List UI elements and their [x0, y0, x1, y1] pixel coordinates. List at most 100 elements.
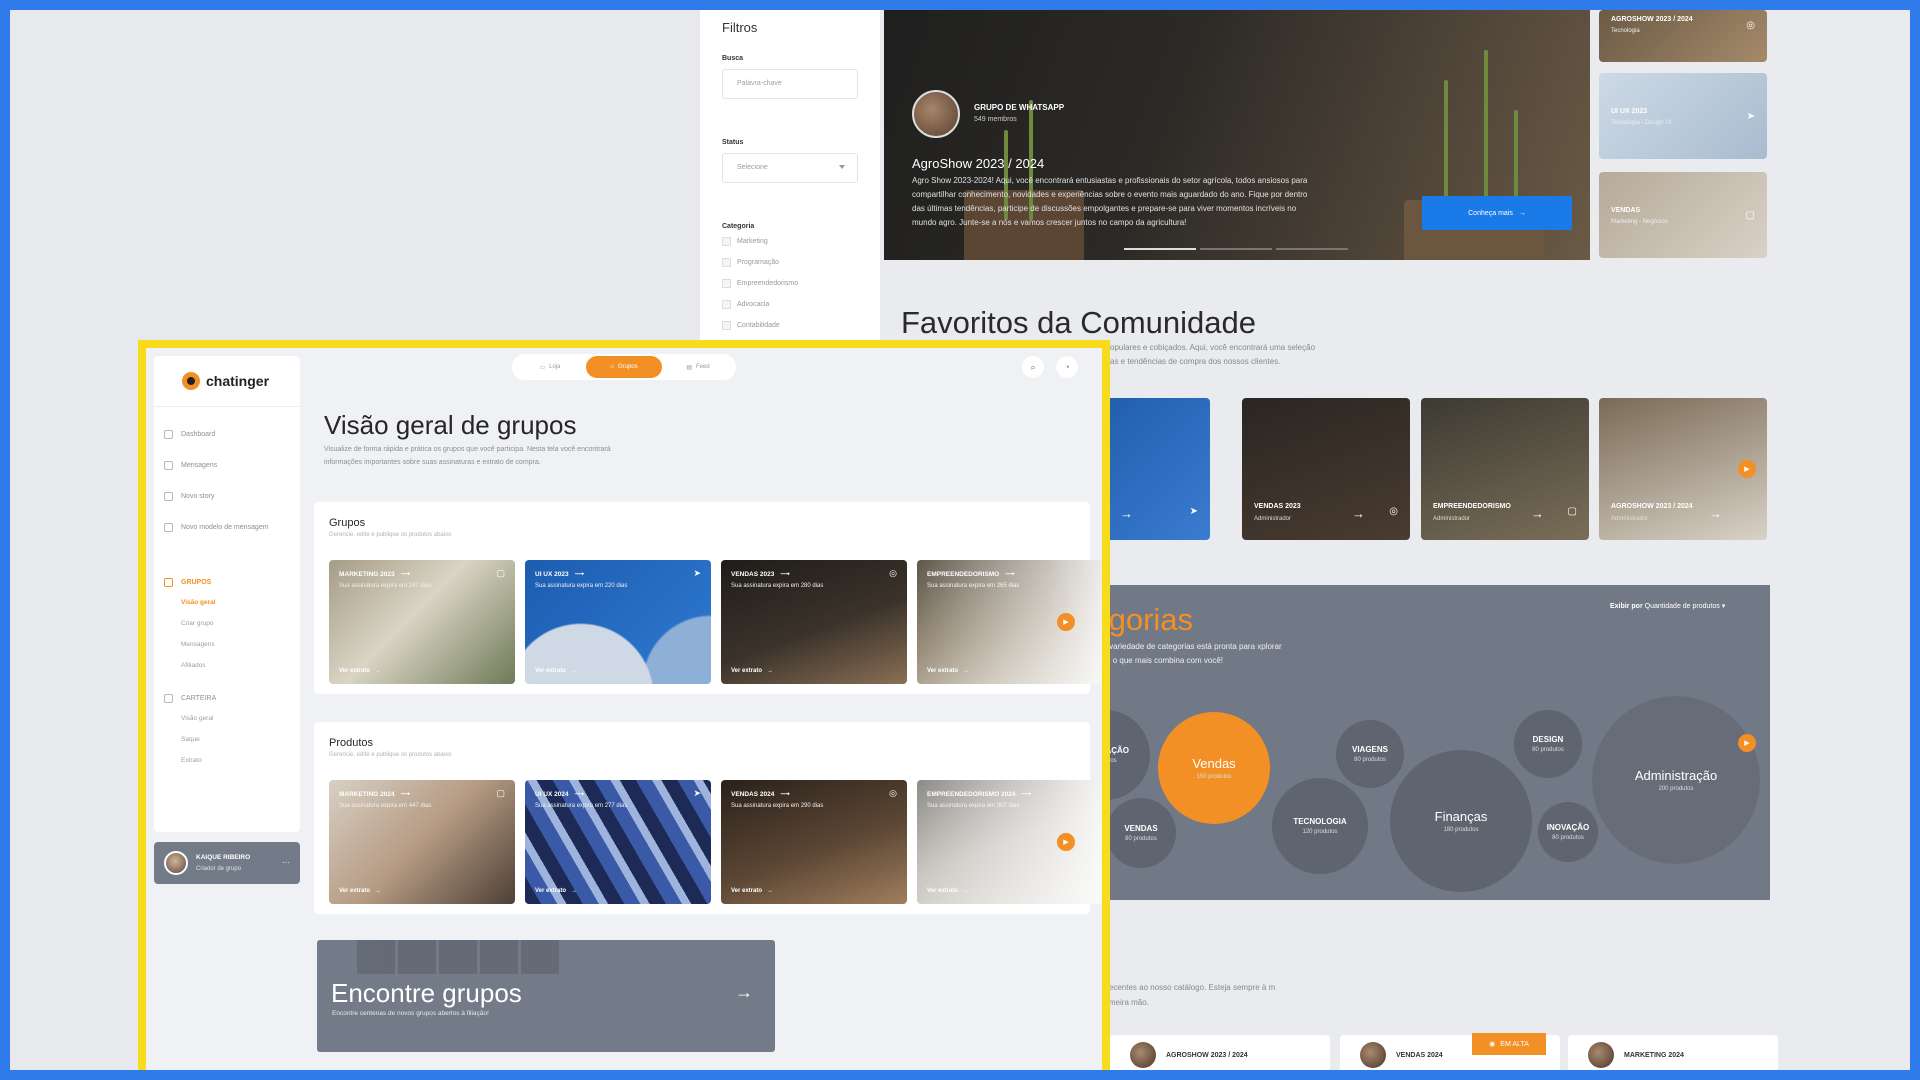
banner-title: Encontre grupos: [331, 978, 522, 1008]
product-card[interactable]: MARKETING 2024 ⟶ Sua assinatura expira em…: [329, 780, 515, 904]
category-label: Categoria: [722, 223, 755, 230]
sidebar-subitem-create-group[interactable]: Criar grupo: [181, 620, 214, 627]
category-checkbox[interactable]: Programação: [722, 258, 858, 267]
learn-more-button[interactable]: Conheça mais →: [1422, 196, 1572, 230]
view-statement-link[interactable]: Ver extrato →: [927, 668, 969, 674]
side-thumb[interactable]: AGROSHOW 2023 / 2024 Tecnologia ◎: [1599, 10, 1767, 62]
product-card[interactable]: VENDAS 2024 ⟶ Sua assinatura expira em 29…: [721, 780, 907, 904]
carousel-next-button[interactable]: ▶: [1057, 613, 1075, 631]
category-checkbox[interactable]: Advocacia: [722, 300, 858, 309]
bubble-name: Vendas: [1192, 756, 1236, 771]
category-checkbox[interactable]: Marketing: [722, 237, 858, 246]
category-bubble[interactable]: Vendas 150 produtos: [1158, 712, 1270, 824]
sort-control[interactable]: Exibir por Quantidade de produtos ▾: [1610, 602, 1725, 610]
dashboard-icon: [164, 430, 173, 439]
view-statement-link[interactable]: Ver extrato →: [339, 668, 381, 674]
sidebar-item-dashboard[interactable]: Dashboard: [164, 430, 215, 439]
carousel-next-button[interactable]: ▶: [1738, 460, 1756, 478]
avatar: [1588, 1042, 1614, 1068]
sidebar-subitem-statement[interactable]: Extrato: [181, 757, 202, 764]
carousel-next-button[interactable]: ▶: [1738, 734, 1756, 752]
sidebar-subitem-overview[interactable]: Visão geral: [181, 599, 216, 606]
view-statement-link[interactable]: Ver extrato →: [339, 888, 381, 894]
more-icon[interactable]: ···: [282, 858, 290, 867]
category-name: Contabilidade: [737, 322, 780, 329]
favorite-card[interactable]: EMPREENDEDORISMO Administrador → ▢: [1421, 398, 1589, 540]
category-bubble[interactable]: VENDAS 80 produtos: [1106, 798, 1176, 868]
view-statement-link[interactable]: Ver extrato →: [927, 888, 969, 894]
chat-icon: ▢: [1567, 506, 1577, 517]
notifications-button[interactable]: ◔: [1056, 356, 1078, 378]
thumb-title: AGROSHOW 2023 / 2024: [1611, 16, 1693, 23]
hero-description: Agro Show 2023-2024! Aqui, você encontra…: [912, 176, 1308, 227]
category-bubble[interactable]: TECNOLOGIA 120 produtos: [1272, 778, 1368, 874]
category-bubble[interactable]: Administração 200 produtos: [1592, 696, 1760, 864]
card-expiry: Sua assinatura expira em 307 dias: [927, 803, 1020, 809]
category-bubble[interactable]: VIAGENS 80 produtos: [1336, 720, 1404, 788]
sidebar-subitem-withdraw[interactable]: Saque: [181, 736, 200, 743]
card-title: UI UX 2024 ⟶: [535, 790, 584, 799]
group-avatar: [912, 90, 960, 138]
view-statement-link[interactable]: Ver extrato →: [535, 888, 577, 894]
sidebar-subitem-affiliates[interactable]: Afiliados: [181, 662, 206, 669]
carousel-dot[interactable]: [1200, 248, 1272, 250]
group-card[interactable]: EMPREENDEDORISMO ⟶ Sua assinatura expira …: [917, 560, 1102, 684]
category-bubble[interactable]: DESIGN 80 produtos: [1514, 710, 1582, 778]
product-card[interactable]: UI UX 2024 ⟶ Sua assinatura expira em 277…: [525, 780, 711, 904]
find-groups-banner[interactable]: Encontre grupos Encontre centenas de nov…: [317, 940, 775, 1052]
card-name: EMPREENDEDORISMO 2024: [927, 790, 1016, 798]
hero-banner: GRUPO DE WHATSAPP 549 membros AgroShow 2…: [884, 10, 1590, 260]
group-card[interactable]: VENDAS 2023 ⟶ Sua assinatura expira em 28…: [721, 560, 907, 684]
arrow-right-icon: →: [1518, 209, 1526, 217]
view-statement-link[interactable]: Ver extrato →: [535, 668, 577, 674]
brand-logo[interactable]: chatinger: [182, 372, 269, 390]
bubble-count: 80 produtos: [1532, 747, 1564, 753]
bubble-count: 120 produtos: [1302, 829, 1338, 835]
screenshot-canvas: Filtros Busca Palavra-chave Status Selec…: [10, 10, 1910, 1070]
sidebar-item-groups[interactable]: GRUPOS: [164, 578, 211, 587]
arrow-right-icon: →: [963, 888, 970, 894]
side-thumb[interactable]: UI UX 2023 Tecnologia - Design UI ➤: [1599, 73, 1767, 159]
carousel-next-button[interactable]: ▶: [1057, 833, 1075, 851]
side-thumb[interactable]: VENDAS Marketing - Negócios ▢: [1599, 172, 1767, 258]
favorite-card[interactable]: VENDAS 2023 Administrador → ◎: [1242, 398, 1410, 540]
carousel-dot[interactable]: [1276, 248, 1348, 250]
status-select[interactable]: Selecione: [722, 153, 858, 183]
card-expiry: Sua assinatura expira em 277 dias: [535, 803, 628, 809]
card-name: VENDAS 2024: [731, 790, 775, 798]
category-checkbox[interactable]: Contabilidade: [722, 321, 858, 330]
sidebar-item-new-story[interactable]: Novo story: [164, 492, 214, 501]
plant-sprout: [1484, 50, 1488, 220]
view-statement-link[interactable]: Ver extrato →: [731, 668, 773, 674]
card-role: Administrador: [1433, 516, 1471, 522]
product-card[interactable]: EMPREENDEDORISMO 2024 ⟶ Sua assinatura ex…: [917, 780, 1102, 904]
sidebar-subitem-messages[interactable]: Mensagens: [181, 641, 215, 648]
section-sub: Gerencie, edite e publique os produtos a…: [329, 532, 452, 538]
news-card[interactable]: AGROSHOW 2023 / 2024: [1110, 1035, 1330, 1070]
view-statement-link[interactable]: Ver extrato →: [731, 888, 773, 894]
tab-feed[interactable]: ▤ Feed: [664, 356, 732, 378]
search-input[interactable]: Palavra-chave: [722, 69, 858, 99]
sidebar-subitem-wallet-overview[interactable]: Visão geral: [181, 715, 213, 722]
news-card[interactable]: MARKETING 2024: [1568, 1035, 1778, 1070]
tab-store[interactable]: ▭ Loja: [516, 356, 584, 378]
search-button[interactable]: ⌕: [1022, 356, 1044, 378]
category-bubble[interactable]: Finanças 180 produtos: [1390, 750, 1532, 892]
group-card[interactable]: UI UX 2023 ⟶ Sua assinatura expira em 220…: [525, 560, 711, 684]
sidebar-item-messages[interactable]: Mensagens: [164, 461, 217, 470]
bubble-name: Administração: [1634, 768, 1718, 783]
category-bubble[interactable]: INOVAÇÃO 80 produtos: [1538, 802, 1598, 862]
news-card-title: VENDAS 2024: [1396, 1051, 1443, 1059]
sidebar-item-new-template[interactable]: Novo modelo de mensagem: [164, 523, 269, 532]
nav-label: CARTEIRA: [181, 695, 217, 702]
tab-groups[interactable]: ⌂ Grupos: [586, 356, 662, 378]
group-card[interactable]: MARKETING 2023 ⟶ Sua assinatura expira em…: [329, 560, 515, 684]
user-profile[interactable]: KAIQUE RIBEIRO Criador de grupo ···: [154, 842, 300, 884]
bubble-count: 80 produtos: [1354, 757, 1386, 763]
carousel-dot[interactable]: [1124, 248, 1196, 250]
telegram-icon: ➤: [1746, 111, 1755, 122]
bubble-name: INOVAÇÃO: [1546, 823, 1590, 832]
arrow-right-icon: ⟶: [1005, 571, 1015, 578]
sidebar-item-wallet[interactable]: CARTEIRA: [164, 694, 216, 703]
category-checkbox[interactable]: Empreendedorismo: [722, 279, 858, 288]
